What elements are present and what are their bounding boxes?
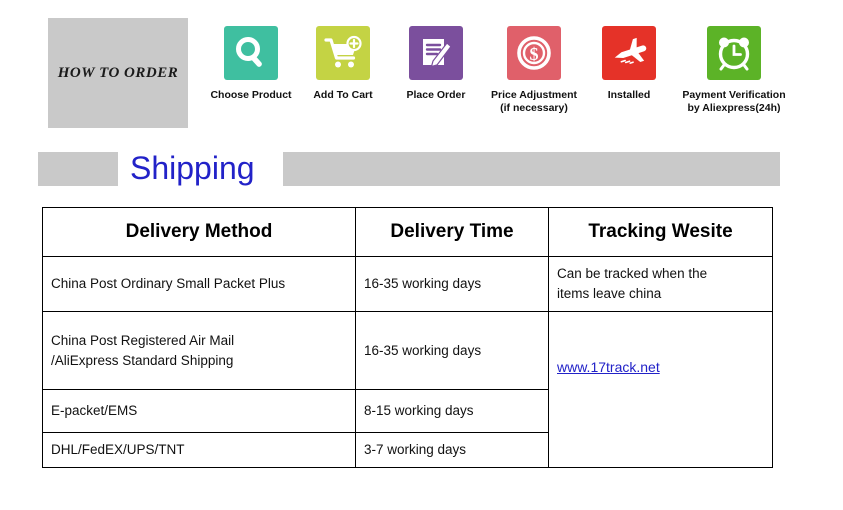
- step-label-text: Price Adjustment: [491, 89, 577, 101]
- step-label: Installed: [608, 89, 651, 102]
- shopping-cart-plus-icon: [316, 26, 370, 80]
- cell-delivery-time: 16-35 working days: [355, 311, 549, 390]
- svg-text:$: $: [530, 44, 539, 64]
- how-to-order-title: HOW TO ORDER: [57, 64, 179, 81]
- table-row: China Post Ordinary Small Packet Plus 16…: [42, 256, 773, 312]
- step-label-sub: by Aliexpress(24h): [687, 102, 781, 115]
- shipping-heading: Shipping: [130, 150, 255, 186]
- order-steps-row: Choose Product Add To Cart Place Order $…: [204, 26, 794, 115]
- step-label-text: Payment Verification: [682, 89, 786, 101]
- table-header-row: Delivery Method Delivery Time Tracking W…: [42, 207, 773, 257]
- banner-bar-right: [283, 152, 780, 186]
- alarm-clock-icon: [707, 26, 761, 80]
- step-label-text: Installed: [607, 89, 651, 101]
- search-icon: [224, 26, 278, 80]
- step-label: Choose Product: [210, 89, 291, 102]
- document-pen-icon: [409, 26, 463, 80]
- header-delivery-time: Delivery Time: [355, 207, 549, 257]
- step-add-to-cart: Add To Cart: [298, 26, 388, 102]
- step-place-order: Place Order: [388, 26, 484, 102]
- step-price-adjustment: $ Price Adjustment (if necessary): [484, 26, 584, 115]
- cell-delivery-method: China Post Ordinary Small Packet Plus: [42, 256, 356, 312]
- table-row: China Post Registered Air Mail /AliExpre…: [42, 311, 773, 468]
- shipping-table: Delivery Method Delivery Time Tracking W…: [42, 207, 773, 468]
- cell-delivery-method: China Post Registered Air Mail /AliExpre…: [42, 311, 356, 390]
- step-payment-verification: Payment Verification by Aliexpress(24h): [674, 26, 794, 115]
- step-choose-product: Choose Product: [204, 26, 298, 102]
- cell-tracking-note: Can be tracked when the items leave chin…: [548, 256, 773, 312]
- tracking-website-link[interactable]: www.17track.net: [557, 357, 660, 377]
- step-label: Payment Verification by Aliexpress(24h): [682, 89, 785, 115]
- step-label: Add To Cart: [313, 89, 372, 102]
- how-to-order-box: HOW TO ORDER: [48, 18, 188, 128]
- step-installed: Installed: [584, 26, 674, 102]
- cell-delivery-time: 16-35 working days: [355, 256, 549, 312]
- airplane-icon: [602, 26, 656, 80]
- dollar-coin-icon: $: [507, 26, 561, 80]
- step-label-text: Choose Product: [210, 89, 292, 101]
- shipping-banner: Shipping: [38, 150, 780, 186]
- cell-delivery-time: 8-15 working days: [355, 389, 549, 433]
- step-label-text: Add To Cart: [313, 89, 373, 101]
- cell-delivery-method: DHL/FedEX/UPS/TNT: [42, 432, 356, 468]
- cell-delivery-method: E-packet/EMS: [42, 389, 356, 433]
- cell-delivery-time: 3-7 working days: [355, 432, 549, 468]
- step-label: Price Adjustment (if necessary): [491, 89, 577, 115]
- header-delivery-method: Delivery Method: [42, 207, 356, 257]
- header-tracking-website: Tracking Wesite: [548, 207, 773, 257]
- step-label: Place Order: [407, 89, 466, 102]
- banner-bar-left: [38, 152, 118, 186]
- step-label-text: Place Order: [406, 89, 466, 101]
- step-label-sub: (if necessary): [500, 102, 568, 115]
- cell-tracking-link[interactable]: www.17track.net: [548, 311, 773, 468]
